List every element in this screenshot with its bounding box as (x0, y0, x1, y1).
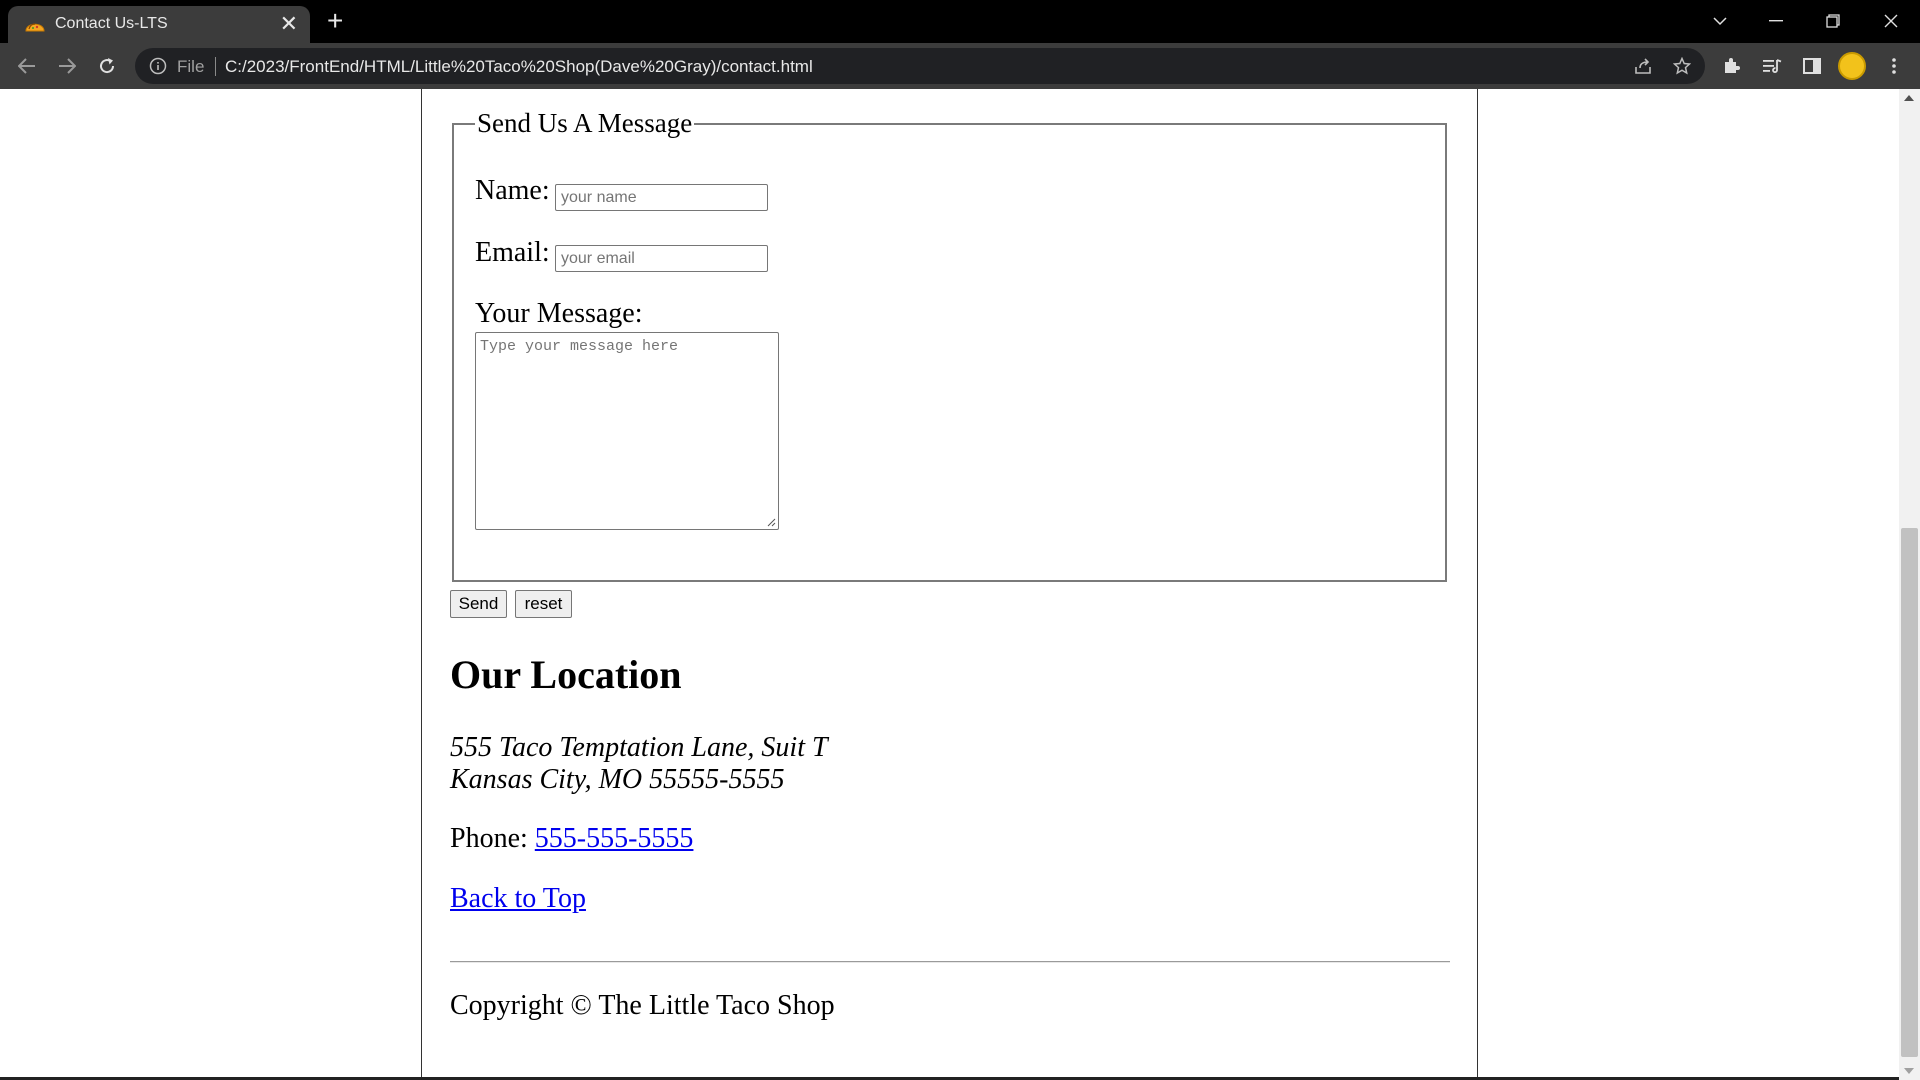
minimize-icon[interactable] (1756, 6, 1796, 36)
reset-button[interactable]: reset (515, 590, 572, 618)
tab-close-icon[interactable]: ✕ (280, 11, 298, 37)
message-label: Your Message: (475, 298, 643, 329)
forward-arrow-icon[interactable] (52, 51, 82, 81)
name-label: Name: (475, 175, 550, 206)
back-arrow-icon[interactable] (12, 51, 42, 81)
profile-avatar[interactable] (1838, 52, 1866, 80)
location-heading: Our Location (450, 652, 682, 697)
url-separator (215, 57, 216, 76)
copyright-text: Copyright © The Little Taco Shop (450, 990, 835, 1021)
url-text[interactable]: C:/2023/FrontEnd/HTML/Little%20Taco%20Sh… (225, 57, 813, 77)
taco-favicon-icon (25, 23, 45, 32)
media-queue-icon[interactable] (1757, 51, 1787, 81)
vertical-scrollbar[interactable] (1899, 89, 1920, 1080)
name-input[interactable] (555, 184, 768, 211)
side-panel-icon[interactable] (1797, 51, 1827, 81)
site-info-icon[interactable] (149, 57, 167, 75)
tab-search-icon[interactable] (1700, 6, 1740, 36)
browser-toolbar: File C:/2023/FrontEnd/HTML/Little%20Taco… (0, 43, 1920, 89)
address-bar[interactable]: File C:/2023/FrontEnd/HTML/Little%20Taco… (135, 48, 1705, 84)
scroll-down-arrow-icon[interactable] (1904, 1068, 1914, 1074)
url-scheme-label: File (177, 57, 205, 76)
message-placeholder: Type your message here (480, 338, 679, 355)
phone-label: Phone: (450, 823, 535, 854)
tab-title: Contact Us-LTS (55, 15, 168, 32)
new-tab-button[interactable]: + (327, 6, 343, 36)
share-icon[interactable] (1628, 51, 1658, 81)
fieldset-legend: Send Us A Message (475, 108, 695, 139)
send-button[interactable]: Send (450, 590, 507, 618)
email-input[interactable] (555, 245, 768, 272)
more-menu-icon[interactable] (1879, 51, 1909, 81)
email-label: Email: (475, 237, 550, 268)
phone-line: Phone: 555-555-5555 (450, 823, 693, 855)
resize-grip-icon[interactable] (766, 517, 776, 527)
address-line-1: 555 Taco Temptation Lane, Suit T (450, 732, 828, 763)
browser-tab[interactable]: Contact Us-LTS ✕ (8, 6, 310, 43)
restore-icon[interactable] (1813, 6, 1853, 36)
tab-strip: Contact Us-LTS ✕ + (0, 0, 1920, 43)
page-viewport: Send Us A Message Name: Email: Your Mess… (0, 89, 1920, 1080)
extensions-puzzle-icon[interactable] (1716, 51, 1746, 81)
back-to-top-link[interactable]: Back to Top (450, 883, 586, 915)
scroll-up-arrow-icon[interactable] (1904, 95, 1914, 101)
message-textarea[interactable]: Type your message here (475, 332, 779, 530)
address-line-2: Kansas City, MO 55555-5555 (450, 764, 785, 795)
bookmark-star-icon[interactable] (1667, 51, 1697, 81)
footer-divider (450, 961, 1450, 963)
window-close-icon[interactable] (1871, 6, 1911, 36)
phone-link[interactable]: 555-555-5555 (535, 823, 694, 854)
reload-icon[interactable] (92, 51, 122, 81)
scroll-thumb[interactable] (1901, 528, 1918, 1057)
